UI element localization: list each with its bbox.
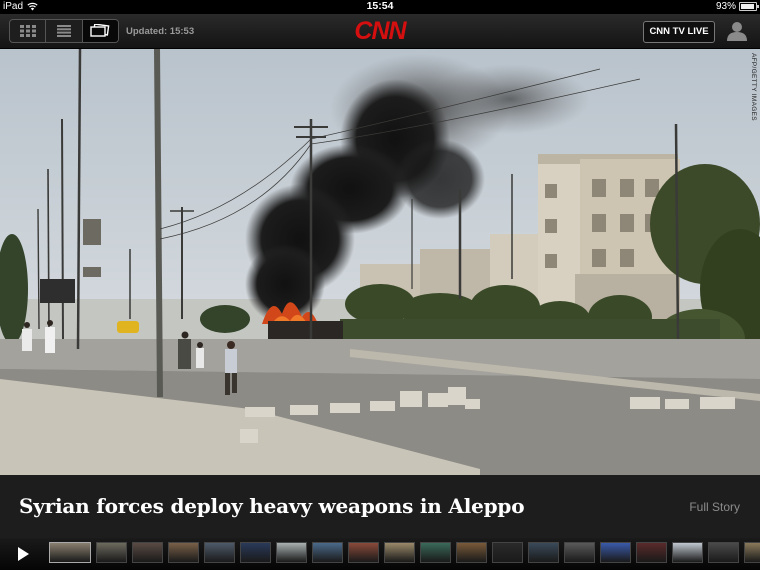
cnn-tv-live-button[interactable]: CNN TV LIVE — [643, 21, 715, 43]
filmstrip-thumbnail[interactable] — [132, 542, 163, 563]
thumbnail-strip — [49, 542, 760, 563]
story-headline[interactable]: Syrian forces deploy heavy weapons in Al… — [19, 494, 525, 518]
play-icon[interactable] — [16, 546, 30, 562]
cnn-logo[interactable]: CNN — [350, 18, 410, 44]
grid-view-button[interactable] — [10, 20, 47, 42]
photo-credit: AFP/GETTY IMAGES — [750, 53, 757, 121]
filmstrip-thumbnail[interactable] — [708, 542, 739, 563]
filmstrip — [0, 538, 760, 570]
filmstrip-thumbnail[interactable] — [312, 542, 343, 563]
battery-icon — [739, 2, 759, 11]
slideshow-view-icon — [90, 24, 110, 37]
filmstrip-thumbnail[interactable] — [636, 542, 667, 563]
filmstrip-thumbnail[interactable] — [240, 542, 271, 563]
updated-timestamp: Updated: 15:53 — [126, 26, 195, 37]
filmstrip-thumbnail[interactable] — [672, 542, 703, 563]
filmstrip-thumbnail[interactable] — [528, 542, 559, 563]
status-right: 93% — [715, 1, 759, 12]
filmstrip-thumbnail[interactable] — [49, 542, 91, 563]
street-scene-photo — [0, 49, 760, 475]
filmstrip-thumbnail[interactable] — [276, 542, 307, 563]
filmstrip-thumbnail[interactable] — [420, 542, 451, 563]
list-view-button[interactable] — [46, 20, 83, 42]
status-time: 15:54 — [366, 0, 394, 12]
filmstrip-thumbnail[interactable] — [384, 542, 415, 563]
profile-icon[interactable] — [726, 21, 748, 41]
filmstrip-thumbnail[interactable] — [204, 542, 235, 563]
battery-percent: 93% — [715, 1, 736, 12]
filmstrip-thumbnail[interactable] — [456, 542, 487, 563]
list-view-icon — [56, 25, 71, 37]
hero-photo[interactable]: AFP/GETTY IMAGES — [0, 49, 760, 475]
view-switcher — [9, 19, 119, 43]
status-bar: iPad 15:54 93% — [0, 0, 760, 14]
filmstrip-thumbnail[interactable] — [600, 542, 631, 563]
story-caption: Syrian forces deploy heavy weapons in Al… — [0, 475, 760, 538]
filmstrip-thumbnail[interactable] — [348, 542, 379, 563]
filmstrip-thumbnail[interactable] — [168, 542, 199, 563]
filmstrip-thumbnail[interactable] — [492, 542, 523, 563]
filmstrip-thumbnail[interactable] — [744, 542, 760, 563]
full-story-link[interactable]: Full Story — [689, 500, 740, 514]
slideshow-view-button[interactable] — [82, 20, 118, 42]
filmstrip-thumbnail[interactable] — [96, 542, 127, 563]
app-header: Updated: 15:53 CNN CNN TV LIVE — [0, 14, 760, 49]
grid-view-icon — [19, 25, 36, 37]
filmstrip-thumbnail[interactable] — [564, 542, 595, 563]
